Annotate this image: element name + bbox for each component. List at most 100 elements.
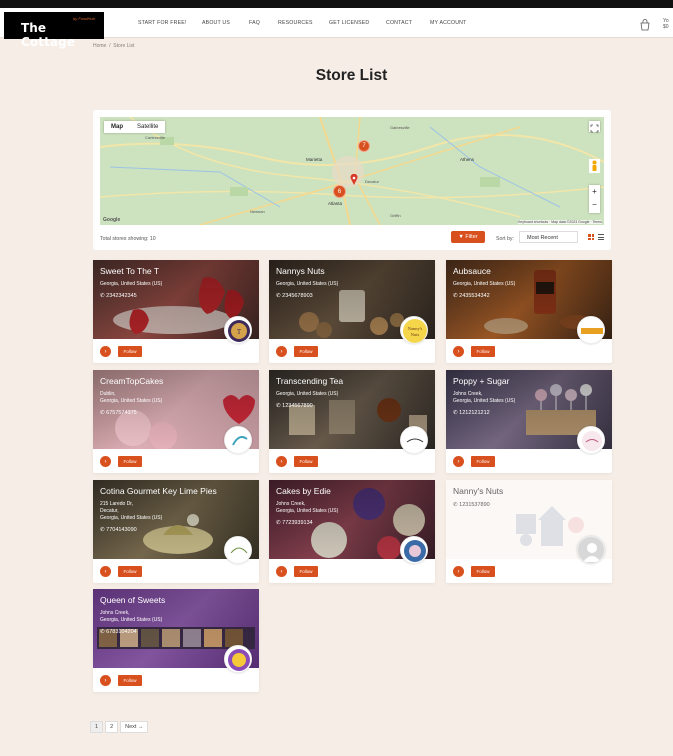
- store-card[interactable]: Poppy + Sugar Johns Creek, Georgia, Unite…: [446, 370, 612, 473]
- store-open-button[interactable]: ›: [453, 456, 464, 467]
- follow-button[interactable]: Follow: [294, 566, 318, 577]
- follow-button[interactable]: Follow: [294, 346, 318, 357]
- site-logo[interactable]: The Cottage by FoodHub: [4, 12, 104, 49]
- store-logo: [577, 316, 605, 344]
- map-pin-icon[interactable]: [350, 174, 358, 185]
- menu-item-about[interactable]: ABOUT US: [202, 20, 230, 26]
- store-open-button[interactable]: ›: [276, 566, 287, 577]
- store-logo: [577, 426, 605, 454]
- store-card[interactable]: CreamTopCakes Dublin, Georgia, United Sta…: [93, 370, 259, 473]
- follow-button[interactable]: Follow: [118, 346, 142, 357]
- cart-icon[interactable]: [640, 19, 650, 31]
- store-card[interactable]: Cakes by Edie Johns Creek, Georgia, Unite…: [269, 480, 435, 583]
- zoom-in-button[interactable]: +: [589, 185, 600, 198]
- map-attribution[interactable]: Keyboard shortcuts · Map data ©2023 Goog…: [517, 220, 602, 224]
- follow-button[interactable]: Follow: [471, 456, 495, 467]
- map-canvas[interactable]: [100, 117, 604, 225]
- page-title: Store List: [315, 67, 388, 84]
- store-card[interactable]: Cotina Gourmet Key Lime Pies 215 Laredo …: [93, 480, 259, 583]
- pagination: 1 2 Next →: [90, 721, 149, 733]
- zoom-control: + −: [589, 185, 600, 213]
- svg-text:Nuts: Nuts: [411, 332, 420, 337]
- map-cluster-marker[interactable]: 6: [333, 185, 346, 198]
- store-open-button[interactable]: ›: [453, 566, 464, 577]
- store-name[interactable]: Transcending Tea: [276, 376, 343, 386]
- store-open-button[interactable]: ›: [100, 346, 111, 357]
- cart-summary[interactable]: Yo $0: [663, 18, 673, 30]
- store-name[interactable]: Sweet To The T: [100, 266, 159, 276]
- store-address: Johns Creek, Georgia, United States (US): [276, 501, 339, 514]
- sort-label: Sort by:: [496, 236, 514, 242]
- follow-button[interactable]: Follow: [118, 675, 142, 686]
- store-logo: [400, 426, 428, 454]
- breadcrumb-home[interactable]: Home: [93, 43, 106, 49]
- store-card[interactable]: Nanny's Nuts ✆ 1231537890 › Follow: [446, 480, 612, 583]
- store-map[interactable]: 7 6 Cartersville Marietta Atlanta Athens…: [100, 117, 604, 225]
- store-card[interactable]: Aubsauce Georgia, United States (US) ✆ 2…: [446, 260, 612, 363]
- follow-button[interactable]: Follow: [118, 566, 142, 577]
- menu-item-contact[interactable]: CONTACT: [386, 20, 412, 26]
- store-address: Johns Creek, Georgia, United States (US): [100, 610, 163, 623]
- store-name[interactable]: Cotina Gourmet Key Lime Pies: [100, 486, 217, 496]
- store-open-button[interactable]: ›: [100, 566, 111, 577]
- store-card[interactable]: Sweet To The T Georgia, United States (U…: [93, 260, 259, 363]
- map-tab[interactable]: Map: [104, 121, 130, 133]
- filter-button[interactable]: ▼ Filter: [451, 231, 485, 243]
- breadcrumb: Home / Store List: [93, 43, 134, 49]
- top-strip: [0, 0, 673, 8]
- menu-item-resources[interactable]: RESOURCES: [278, 20, 313, 26]
- store-name[interactable]: CreamTopCakes: [100, 376, 163, 386]
- fullscreen-icon[interactable]: [589, 121, 600, 133]
- menu-item-start[interactable]: START FOR FREE!: [138, 20, 187, 26]
- store-phone: ✆ 6757574375: [100, 410, 137, 416]
- list-view-icon[interactable]: [598, 234, 604, 240]
- store-phone: ✆ 7704143090: [100, 527, 137, 533]
- store-name[interactable]: Aubsauce: [453, 266, 491, 276]
- store-name[interactable]: Cakes by Edie: [276, 486, 331, 496]
- map-city-label: Griffin: [390, 213, 401, 218]
- store-name[interactable]: Queen of Sweets: [100, 595, 165, 605]
- store-name[interactable]: Poppy + Sugar: [453, 376, 509, 386]
- store-name[interactable]: Nannys Nuts: [276, 266, 325, 276]
- map-cluster-marker[interactable]: 7: [358, 140, 370, 152]
- map-city-label: Newnan: [250, 209, 265, 214]
- sort-select[interactable]: Most Recent: [519, 231, 578, 243]
- store-card[interactable]: Nannys Nuts Georgia, United States (US) …: [269, 260, 435, 363]
- store-phone: ✆ 1212121212: [453, 410, 490, 416]
- store-open-button[interactable]: ›: [100, 456, 111, 467]
- logo-tagline: by FoodHub: [73, 16, 95, 21]
- follow-button[interactable]: Follow: [294, 456, 318, 467]
- store-open-button[interactable]: ›: [276, 456, 287, 467]
- store-phone: ✆ 2345678903: [276, 293, 313, 299]
- store-address: Georgia, United States (US): [276, 391, 339, 397]
- map-type-toggle: Map Satellite: [104, 121, 166, 133]
- store-card[interactable]: Queen of Sweets Johns Creek, Georgia, Uni…: [93, 589, 259, 692]
- follow-button[interactable]: Follow: [471, 566, 495, 577]
- store-open-button[interactable]: ›: [100, 675, 111, 686]
- store-phone: ✆ 1234567890: [276, 403, 313, 409]
- store-address: Georgia, United States (US): [276, 281, 339, 287]
- page-2-button[interactable]: 2: [105, 721, 119, 733]
- satellite-tab[interactable]: Satellite: [130, 121, 165, 133]
- menu-item-faq[interactable]: FAQ: [249, 20, 260, 26]
- follow-button[interactable]: Follow: [118, 456, 142, 467]
- store-card[interactable]: Transcending Tea Georgia, United States …: [269, 370, 435, 473]
- follow-button[interactable]: Follow: [471, 346, 495, 357]
- store-open-button[interactable]: ›: [276, 346, 287, 357]
- store-logo: [224, 426, 252, 454]
- store-phone: ✆ 1231537890: [453, 502, 490, 508]
- map-city-label: Cartersville: [145, 135, 166, 140]
- menu-item-account[interactable]: MY ACCOUNT: [430, 20, 467, 26]
- next-page-button[interactable]: Next →: [120, 721, 149, 733]
- store-name[interactable]: Nanny's Nuts: [453, 486, 503, 496]
- store-phone: ✆ 2435534342: [453, 293, 490, 299]
- menu-item-licensed[interactable]: GET LICENSED: [329, 20, 369, 26]
- store-logo: [400, 536, 428, 564]
- grid-view-icon[interactable]: [588, 234, 594, 240]
- svg-text:Nanny's: Nanny's: [408, 326, 423, 331]
- page-1-button[interactable]: 1: [90, 721, 104, 733]
- store-phone: ✆ 7723939134: [276, 520, 313, 526]
- pegman-icon[interactable]: [589, 159, 600, 173]
- zoom-out-button[interactable]: −: [589, 198, 600, 211]
- store-open-button[interactable]: ›: [453, 346, 464, 357]
